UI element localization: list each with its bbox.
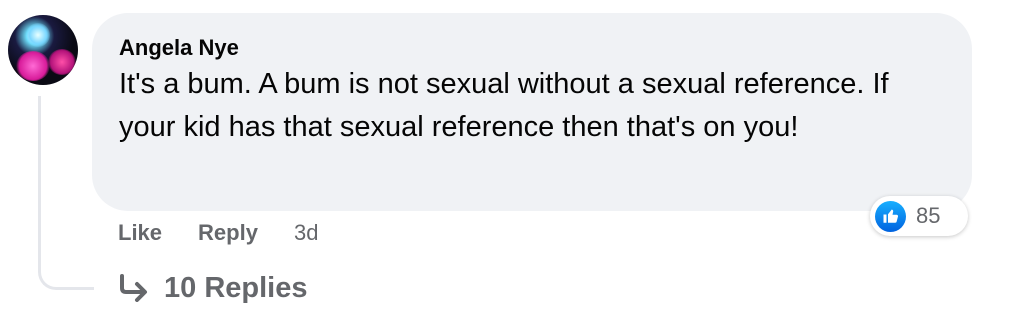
avatar-highlight — [26, 23, 50, 47]
thread-connector-line — [38, 96, 94, 290]
view-replies-button[interactable]: 10 Replies — [118, 268, 307, 308]
like-button[interactable]: Like — [118, 220, 162, 246]
replies-label: 10 Replies — [164, 271, 308, 304]
user-avatar[interactable] — [8, 15, 78, 85]
comment-actions: Like Reply 3d — [118, 217, 318, 249]
comment-timestamp[interactable]: 3d — [294, 220, 318, 246]
comment-thread: Angela Nye It's a bum. A bum is not sexu… — [0, 0, 1024, 313]
reply-button[interactable]: Reply — [198, 220, 258, 246]
comment-text: It's a bum. A bum is not sexual without … — [119, 68, 889, 143]
reaction-summary[interactable]: 85 — [870, 196, 968, 236]
comment-bubble: Angela Nye It's a bum. A bum is not sexu… — [92, 13, 972, 211]
thumbs-up-icon — [875, 200, 906, 232]
reaction-count: 85 — [916, 203, 941, 228]
avatar-blob — [48, 49, 76, 75]
reply-arrow-icon — [120, 274, 147, 302]
comment-author[interactable]: Angela Nye — [119, 35, 948, 61]
avatar-blob — [16, 51, 50, 81]
